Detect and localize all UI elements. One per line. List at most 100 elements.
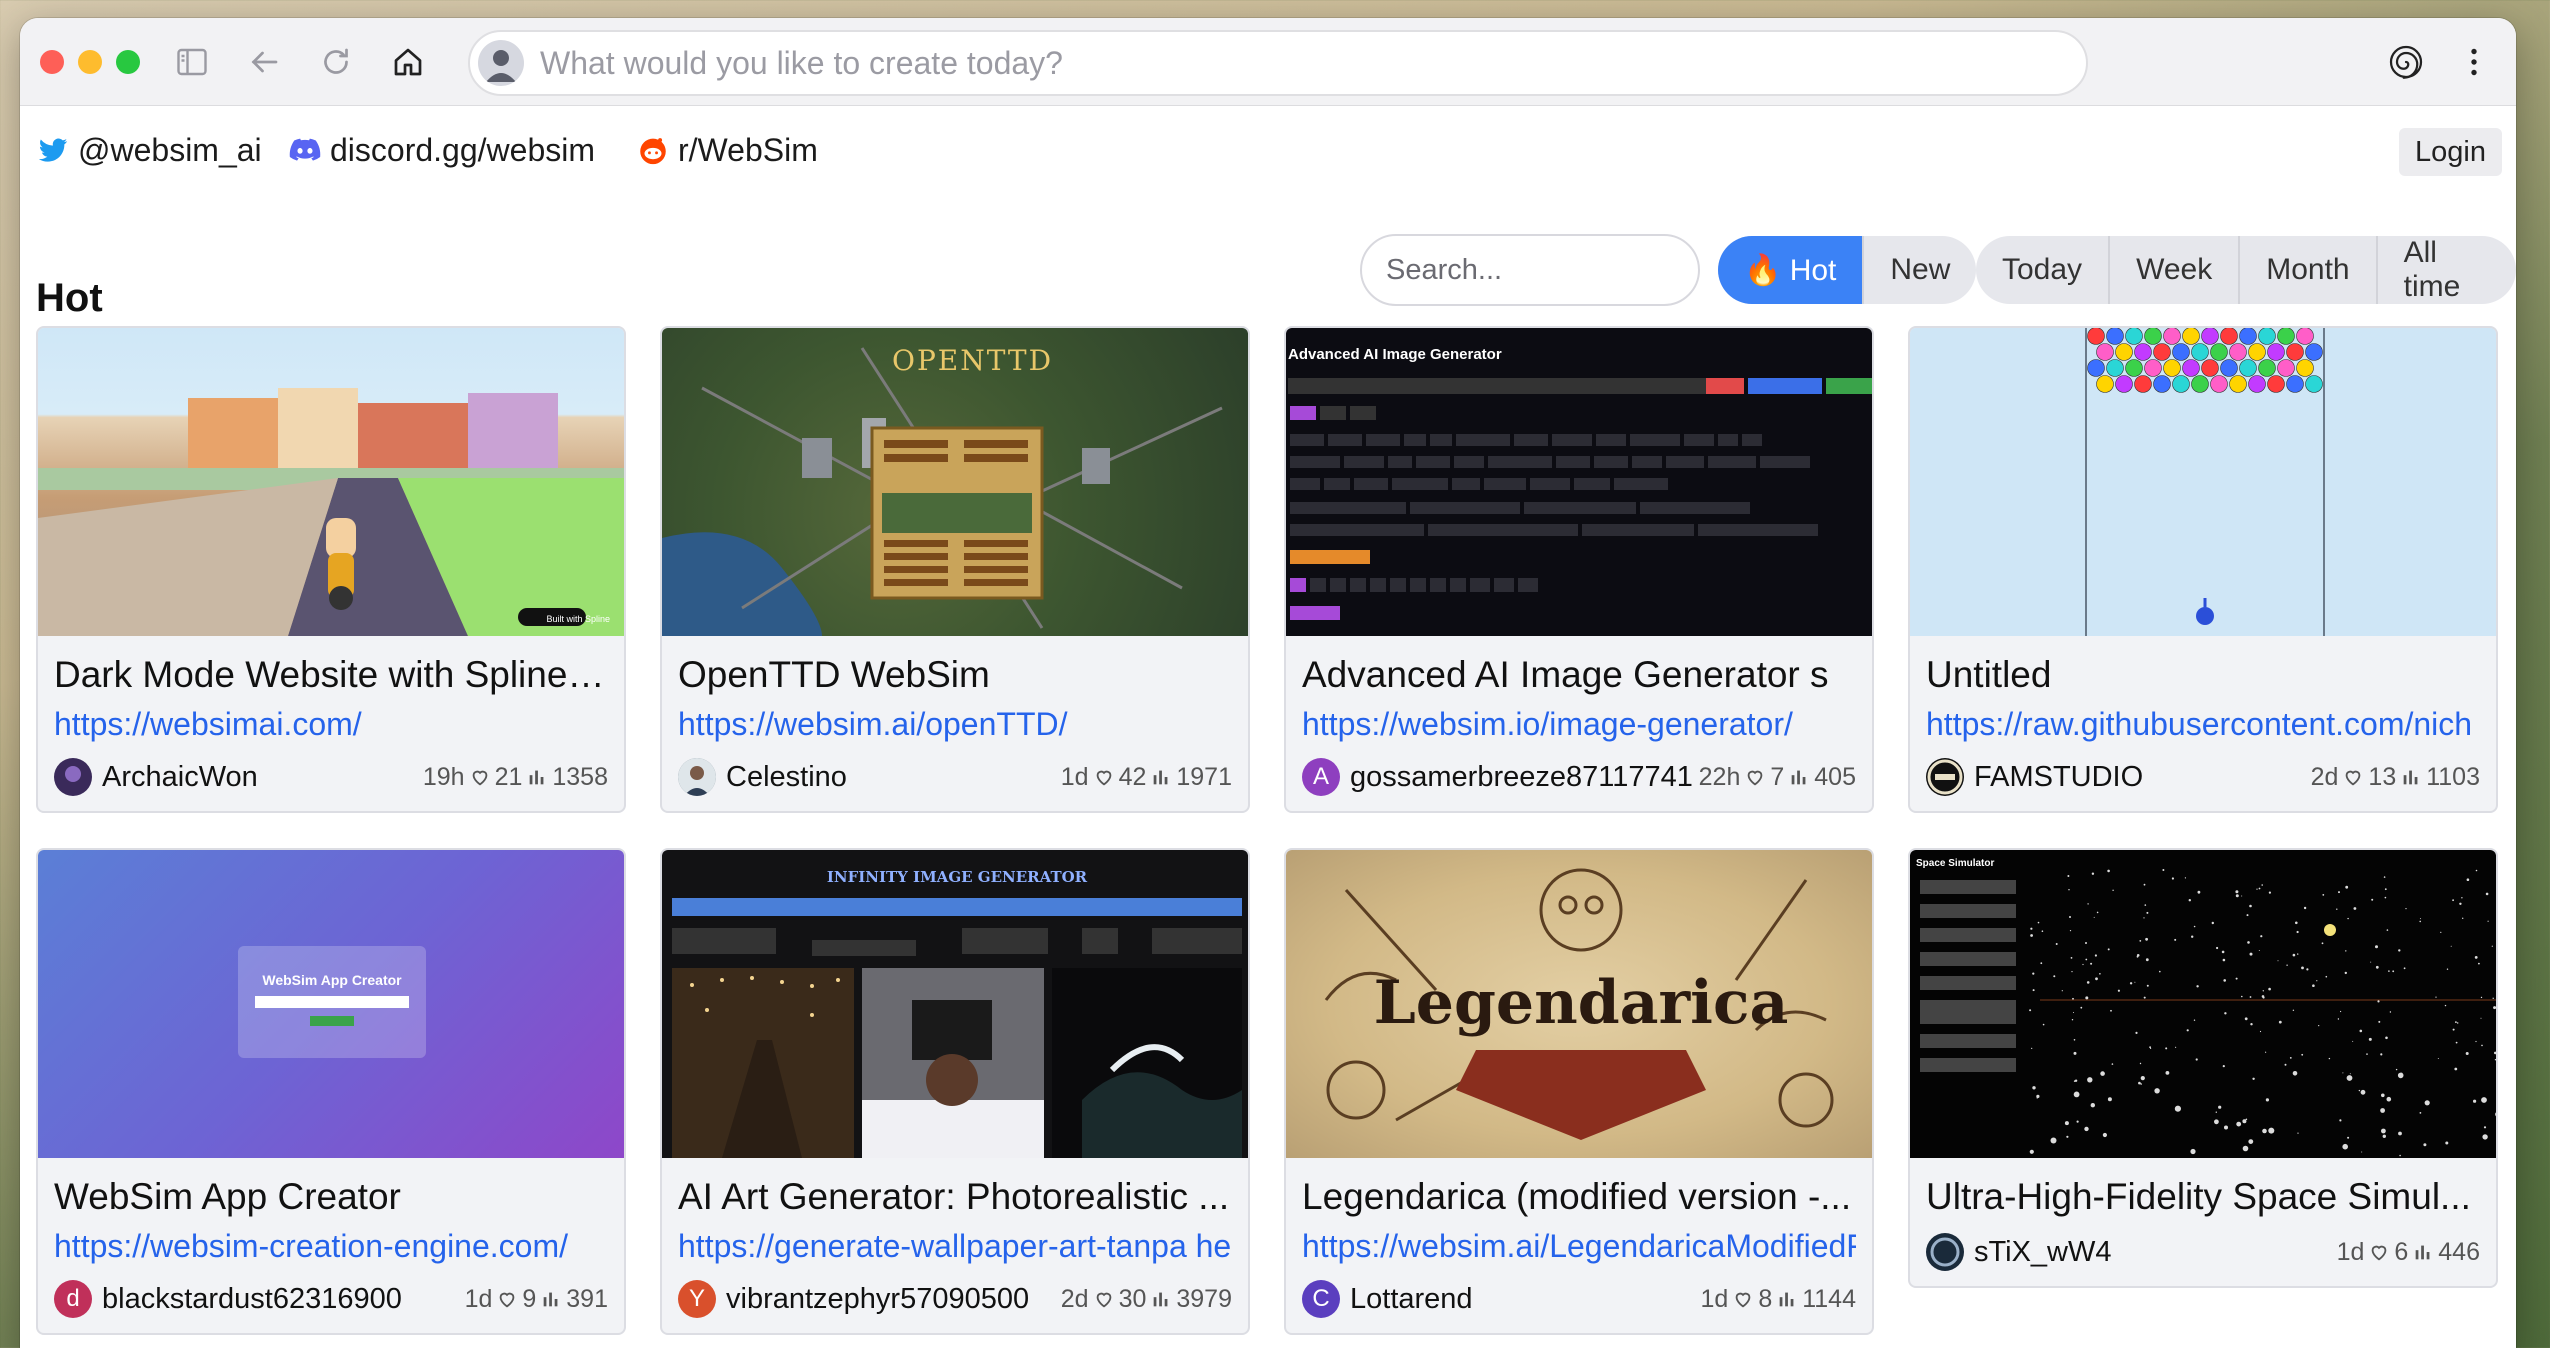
- space-particle: [2480, 996, 2483, 999]
- bubble: [2106, 328, 2124, 345]
- project-title[interactable]: Advanced AI Image Generator s: [1302, 654, 1856, 696]
- tab-today[interactable]: Today: [1976, 236, 2111, 304]
- author-name[interactable]: Celestino: [726, 761, 1061, 794]
- space-particle: [2067, 875, 2070, 877]
- card-footer: A gossamerbreeze87117741 22h 7 405: [1302, 757, 1856, 797]
- project-thumbnail[interactable]: INFINITY IMAGE GENERATOR: [662, 850, 1248, 1158]
- space-particle: [2050, 1137, 2057, 1144]
- project-card[interactable]: Advanced AI Image Generator Advanced AI …: [1284, 326, 1874, 813]
- space-particle: [2478, 962, 2480, 965]
- avatar[interactable]: C: [1302, 1280, 1340, 1318]
- author-name[interactable]: ArchaicWon: [102, 761, 423, 794]
- more-menu-icon[interactable]: [2452, 40, 2496, 84]
- author-name[interactable]: gossamerbreeze87117741: [1350, 761, 1699, 794]
- avatar[interactable]: [1926, 758, 1964, 796]
- views-count: 1358: [552, 762, 608, 791]
- websim-spiral-icon[interactable]: [2380, 40, 2432, 84]
- project-url[interactable]: https://websim.ai/openTTD/: [678, 706, 1232, 743]
- back-arrow-icon[interactable]: [242, 40, 286, 84]
- avatar[interactable]: [1926, 1233, 1964, 1271]
- age-label: 2d: [1060, 1284, 1089, 1313]
- home-icon[interactable]: [386, 40, 430, 84]
- avatar[interactable]: A: [1302, 758, 1340, 796]
- project-url[interactable]: https://raw.githubusercontent.com/nich: [1926, 706, 2480, 743]
- project-url[interactable]: https://websim.io/image-generator/: [1302, 706, 1856, 743]
- search-box[interactable]: [1360, 234, 1700, 306]
- space-particle: [2452, 1028, 2455, 1031]
- discord-link[interactable]: discord.gg/websim: [288, 128, 595, 172]
- reload-icon[interactable]: [314, 40, 358, 84]
- space-particle: [2368, 1037, 2372, 1041]
- project-thumbnail[interactable]: Space Simulator: [1910, 850, 2496, 1158]
- project-title[interactable]: Untitled: [1926, 654, 2480, 696]
- project-card[interactable]: INFINITY IMAGE GENERATOR AI Art Generato…: [660, 848, 1250, 1335]
- minimize-window-button[interactable]: [78, 50, 102, 74]
- project-url[interactable]: https://generate-wallpaper-art-tanpa he: [678, 1228, 1232, 1265]
- project-title[interactable]: Dark Mode Website with Spline ...: [54, 654, 608, 696]
- project-thumbnail[interactable]: Built with Spline: [38, 328, 624, 636]
- reddit-link[interactable]: r/WebSim: [636, 128, 818, 172]
- age-label: 1d: [464, 1284, 493, 1313]
- project-thumbnail[interactable]: Legendarica: [1286, 850, 1872, 1158]
- tab-hot[interactable]: 🔥 Hot: [1718, 236, 1865, 304]
- login-button[interactable]: Login: [2399, 128, 2502, 176]
- project-card[interactable]: Untitled https://raw.githubusercontent.c…: [1908, 326, 2498, 813]
- project-title[interactable]: Legendarica (modified version -...: [1302, 1176, 1856, 1218]
- project-url[interactable]: https://websim.ai/LegendaricaModifiedF: [1302, 1228, 1856, 1265]
- search-input[interactable]: [1386, 253, 1676, 287]
- prompt-input[interactable]: [540, 44, 1940, 82]
- author-name[interactable]: vibrantzephyr57090500: [726, 1283, 1061, 1316]
- bubble: [2210, 343, 2228, 361]
- project-card[interactable]: WebSim App Creator WebSim App Creator ht…: [36, 848, 626, 1335]
- project-thumbnail[interactable]: [1910, 328, 2496, 636]
- space-particle: [2475, 1040, 2477, 1043]
- spline-badge: Built with Spline: [546, 614, 610, 624]
- project-thumbnail[interactable]: Advanced AI Image Generator: [1286, 328, 1872, 636]
- space-particle: [2455, 1041, 2458, 1044]
- space-particle: [2074, 1079, 2078, 1082]
- project-url[interactable]: https://websimai.com/: [54, 706, 608, 743]
- project-url[interactable]: https://websim-creation-engine.com/: [54, 1228, 608, 1265]
- maximize-window-button[interactable]: [116, 50, 140, 74]
- space-particle: [2159, 970, 2161, 973]
- views-chart-icon: [543, 1292, 558, 1307]
- space-particle: [2459, 902, 2462, 905]
- author-name[interactable]: sTiX_wW4: [1974, 1236, 2337, 1269]
- project-thumbnail[interactable]: OPENTTD: [662, 328, 1248, 636]
- space-particle: [2086, 981, 2090, 984]
- tab-week[interactable]: Week: [2110, 236, 2241, 304]
- project-thumbnail[interactable]: WebSim App Creator: [38, 850, 624, 1158]
- project-title[interactable]: OpenTTD WebSim: [678, 654, 1232, 696]
- project-card[interactable]: Built with Spline Dark Mode Website with…: [36, 326, 626, 813]
- address-bar[interactable]: [468, 30, 2088, 96]
- tab-new[interactable]: New: [1864, 236, 1976, 304]
- author-name[interactable]: blackstardust62316900: [102, 1283, 465, 1316]
- tab-all-time[interactable]: All time: [2378, 236, 2516, 304]
- author-name[interactable]: FAMSTUDIO: [1974, 761, 2311, 794]
- project-title[interactable]: Ultra-High-Fidelity Space Simul...: [1926, 1176, 2480, 1218]
- space-particle: [2419, 920, 2421, 923]
- space-particle: [2146, 911, 2149, 914]
- project-title[interactable]: WebSim App Creator: [54, 1176, 608, 1218]
- bubble: [2115, 343, 2133, 361]
- space-particle: [2073, 1012, 2074, 1013]
- space-particle: [2493, 1006, 2496, 1010]
- avatar[interactable]: Y: [678, 1280, 716, 1318]
- twitter-link[interactable]: @websim_ai: [36, 128, 262, 172]
- project-title[interactable]: AI Art Generator: Photorealistic ...: [678, 1176, 1232, 1218]
- space-particle: [2347, 917, 2349, 920]
- space-particle: [2339, 1119, 2342, 1122]
- sidebar-toggle-icon[interactable]: [170, 40, 214, 84]
- tab-month[interactable]: Month: [2240, 236, 2378, 304]
- project-card[interactable]: Space Simulator Ultra-High-Fidelity Spac…: [1908, 848, 2498, 1288]
- bubble: [2286, 343, 2304, 361]
- author-name[interactable]: Lottarend: [1350, 1283, 1701, 1316]
- avatar[interactable]: d: [54, 1280, 92, 1318]
- card-footer: FAMSTUDIO 2d 13 1103: [1926, 757, 2480, 797]
- avatar[interactable]: [678, 758, 716, 796]
- avatar[interactable]: [54, 758, 92, 796]
- space-particle: [2277, 960, 2279, 962]
- project-card[interactable]: OPENTTD OpenTTD WebSim https://websim.ai…: [660, 326, 1250, 813]
- close-window-button[interactable]: [40, 50, 64, 74]
- project-card[interactable]: Legendarica Legendarica (modified versio…: [1284, 848, 1874, 1335]
